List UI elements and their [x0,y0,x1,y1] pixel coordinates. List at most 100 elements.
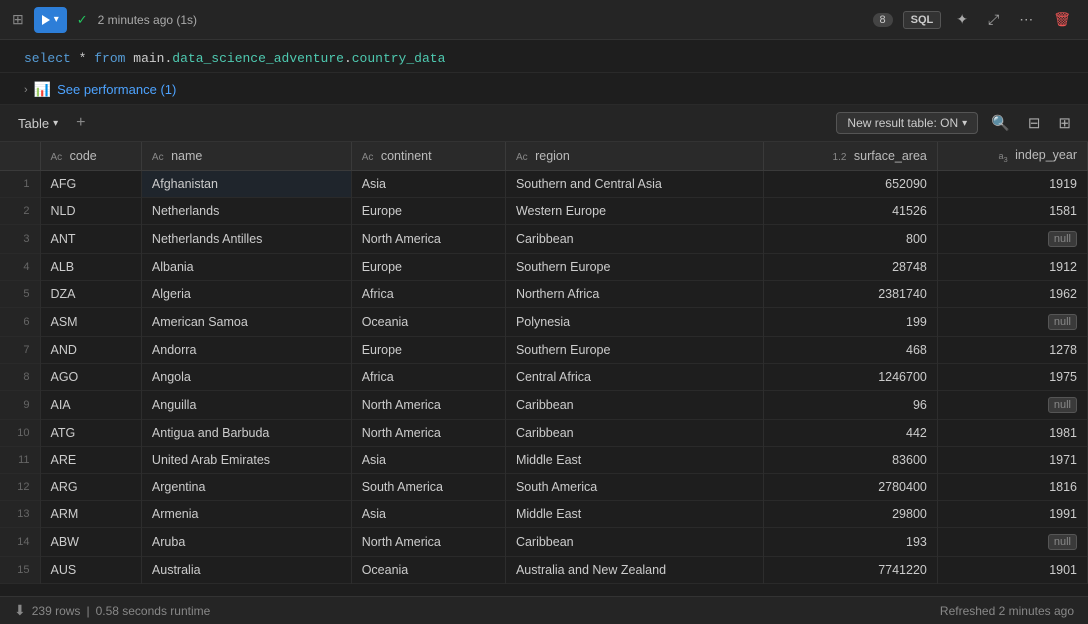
chart-icon: 📊 [34,81,51,98]
cell-name: Netherlands [141,197,351,224]
top-bar: ⊞ ▾ ✓ 2 minutes ago (1s) 8 SQL ✦ ⤢ ⋯ 🗑 [0,0,1088,40]
cell-region: Caribbean [505,390,763,419]
cell-name: Afghanistan [141,170,351,197]
cell-name: Antigua and Barbuda [141,419,351,446]
columns-button[interactable]: ⊞ [1053,111,1076,135]
cell-region: South America [505,473,763,500]
cell-code: AND [40,336,141,363]
table-row: 6 ASM American Samoa Oceania Polynesia 1… [0,307,1088,336]
cell-code: AIA [40,390,141,419]
new-result-button[interactable]: New result table: ON ▾ [836,112,978,134]
cell-region: Western Europe [505,197,763,224]
row-num: 7 [0,336,40,363]
cell-code: ATG [40,419,141,446]
cell-code: AGO [40,363,141,390]
table-row: 9 AIA Anguilla North America Caribbean 9… [0,390,1088,419]
filter-button[interactable]: ⊟ [1023,111,1046,135]
status-checkmark: ✓ [77,12,88,28]
cell-code: ABW [40,527,141,556]
search-button[interactable]: 🔍 [986,111,1015,135]
cell-continent: North America [351,419,505,446]
cell-region: Northern Africa [505,280,763,307]
cell-continent: Asia [351,446,505,473]
cell-indep-year: 1962 [937,280,1087,307]
cell-continent: North America [351,390,505,419]
col-continent: Ac continent [351,142,505,170]
cell-code: DZA [40,280,141,307]
expand-button[interactable]: ⤢ [983,8,1004,31]
cell-surface-area: 41526 [763,197,937,224]
cell-continent: Oceania [351,556,505,583]
row-num: 9 [0,390,40,419]
numeric-type-icon-2: a3 [998,151,1007,161]
cell-surface-area: 442 [763,419,937,446]
status-bar: ⬇ 239 rows | 0.58 seconds runtime Refres… [0,596,1088,624]
cell-surface-area: 199 [763,307,937,336]
cell-continent: Africa [351,280,505,307]
more-button[interactable]: ⋯ [1014,8,1038,31]
add-tab-button[interactable]: + [72,112,89,134]
cell-code: ANT [40,224,141,253]
table-row: 7 AND Andorra Europe Southern Europe 468… [0,336,1088,363]
new-result-arrow: ▾ [962,118,967,129]
trash-button[interactable]: 🗑 [1048,8,1076,31]
query-bar: select * from main.data_science_adventur… [0,40,1088,73]
main-content: select * from main.data_science_adventur… [0,40,1088,624]
cell-continent: Europe [351,197,505,224]
cell-continent: North America [351,527,505,556]
numeric-type-icon: 1.2 [833,152,847,163]
cell-indep-year: 1971 [937,446,1087,473]
performance-row: › 📊 See performance (1) [0,73,1088,105]
null-badge: null [1048,231,1077,247]
table-row: 13 ARM Armenia Asia Middle East 29800 19… [0,500,1088,527]
table-area: Ac code Ac name Ac continent Ac [0,142,1088,596]
row-num: 12 [0,473,40,500]
table-row: 10 ATG Antigua and Barbuda North America… [0,419,1088,446]
cell-continent: Europe [351,336,505,363]
cell-region: Caribbean [505,224,763,253]
cell-name: Albania [141,253,351,280]
dropdown-arrow: ▾ [54,14,59,25]
play-icon [42,15,50,25]
table-view-button[interactable]: Table ▾ [12,113,64,134]
cell-code: ASM [40,307,141,336]
table-row: 14 ABW Aruba North America Caribbean 193… [0,527,1088,556]
cell-code: AUS [40,556,141,583]
cell-region: Polynesia [505,307,763,336]
cell-region: Middle East [505,500,763,527]
new-result-label: New result table: ON [847,116,958,130]
cell-surface-area: 1246700 [763,363,937,390]
kw-select: select [24,51,71,66]
row-num: 5 [0,280,40,307]
col-code: Ac code [40,142,141,170]
cell-indep-year: 1991 [937,500,1087,527]
cell-surface-area: 652090 [763,170,937,197]
cell-indep-year: null [937,527,1087,556]
download-icon[interactable]: ⬇ [14,602,26,619]
string-type-icon-4: Ac [516,152,528,163]
string-type-icon-3: Ac [362,152,374,163]
sparkle-button[interactable]: ✦ [951,8,973,31]
table-body: 1 AFG Afghanistan Asia Southern and Cent… [0,170,1088,583]
cell-indep-year: null [937,224,1087,253]
string-type-icon-2: Ac [152,152,164,163]
cell-region: Caribbean [505,419,763,446]
runtime: 0.58 seconds runtime [96,604,211,618]
row-num: 6 [0,307,40,336]
null-badge: null [1048,534,1077,550]
cell-name: American Samoa [141,307,351,336]
query-code: select * from main.data_science_adventur… [24,51,445,66]
cell-name: Australia [141,556,351,583]
cell-surface-area: 193 [763,527,937,556]
row-num: 1 [0,170,40,197]
null-badge: null [1048,397,1077,413]
table-container[interactable]: Ac code Ac name Ac continent Ac [0,142,1088,596]
cell-code: AFG [40,170,141,197]
run-button[interactable]: ▾ [34,7,67,33]
cell-surface-area: 2780400 [763,473,937,500]
separator: | [86,604,89,618]
see-performance-link[interactable]: See performance (1) [57,82,176,97]
cell-code: NLD [40,197,141,224]
cell-surface-area: 28748 [763,253,937,280]
cell-name: United Arab Emirates [141,446,351,473]
